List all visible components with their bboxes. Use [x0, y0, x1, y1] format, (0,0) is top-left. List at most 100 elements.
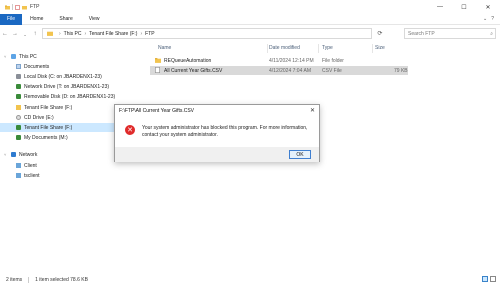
- quick-access-divider: [12, 4, 13, 10]
- folder-icon: [5, 5, 10, 9]
- file-name: REQueueAutomation: [164, 58, 212, 64]
- breadcrumb-ftp[interactable]: FTP: [145, 31, 154, 37]
- file-name: All Current Year Gifts.CSV: [164, 68, 223, 74]
- network-drive-icon: [16, 135, 21, 140]
- file-date: 4/12/2024 7:04 AM: [269, 68, 311, 74]
- sidebar-item-label: CD Drive (E:): [24, 114, 54, 121]
- back-icon[interactable]: ←: [0, 31, 10, 37]
- chevron-right-icon: ›: [59, 30, 61, 37]
- sidebar-item-cd-drive[interactable]: CD Drive (E:): [16, 113, 54, 122]
- column-divider[interactable]: [318, 44, 319, 53]
- search-placeholder: Search FTP: [408, 30, 435, 37]
- sidebar-item-label: tsclient: [24, 172, 40, 179]
- address-row: ← → ⌄ ↑ › This PC › Tenant File Share (F…: [0, 27, 500, 41]
- breadcrumb-tenant-file-share[interactable]: Tenant File Share (F:): [89, 31, 137, 37]
- folder-icon: [155, 58, 161, 63]
- network-icon: [11, 152, 16, 157]
- column-divider[interactable]: [267, 44, 268, 53]
- sidebar-item-label: Documents: [24, 63, 50, 70]
- sidebar-item-label: Network Drive (T: on JBARDENX1-23): [24, 83, 110, 90]
- window-title: FTP: [30, 4, 40, 10]
- column-divider[interactable]: [372, 44, 373, 53]
- ribbon-tabs: File Home Share View ⌄ ?: [0, 13, 500, 25]
- sidebar-item-my-documents[interactable]: My Documents (M:): [16, 133, 68, 142]
- status-divider: [28, 276, 30, 283]
- network-drive-icon: [16, 125, 21, 130]
- details-view-icon[interactable]: [482, 276, 488, 282]
- sidebar-item-label: My Documents (M:): [24, 134, 68, 141]
- folder-icon: [47, 31, 53, 36]
- status-item-count: 2 items: [6, 276, 23, 283]
- up-icon[interactable]: ↑: [30, 31, 40, 37]
- file-type: CSV File: [322, 68, 342, 74]
- removable-drive-icon: [16, 94, 21, 99]
- cd-drive-icon: [16, 115, 21, 120]
- forward-icon[interactable]: →: [10, 31, 20, 37]
- sidebar-item-this-pc[interactable]: ˅ This PC: [4, 52, 37, 61]
- file-type: File folder: [322, 58, 344, 64]
- status-selection: 1 item selected 78.6 KB: [35, 276, 88, 283]
- sidebar-item-network[interactable]: ˅ Network: [4, 150, 37, 159]
- pc-icon: [11, 54, 16, 59]
- tab-home[interactable]: Home: [22, 16, 51, 22]
- search-icon: ⌕: [490, 30, 493, 37]
- sidebar-item-local-disk[interactable]: Local Disk (C: on JBARDENX1-23): [16, 72, 102, 81]
- sidebar-item-label: This PC: [19, 53, 37, 60]
- dialog-message: Your system administrator has blocked th…: [142, 125, 308, 138]
- network-drive-icon: [16, 84, 21, 89]
- file-date: 4/11/2024 12:14 PM: [269, 58, 314, 64]
- error-icon: ✕: [125, 125, 135, 135]
- refresh-icon[interactable]: ⟳: [374, 28, 386, 39]
- chevron-right-icon: ›: [84, 30, 87, 37]
- documents-icon: [16, 64, 21, 69]
- new-folder-icon[interactable]: [22, 5, 27, 10]
- sidebar-item-tenant-file-share-folder[interactable]: Tenant File Share (F:): [16, 103, 72, 112]
- computer-icon: [16, 163, 21, 168]
- file-list-header: Name Date modified Type Size: [150, 43, 496, 54]
- tab-view[interactable]: View: [81, 16, 108, 22]
- sidebar-item-label: Network: [19, 151, 38, 158]
- search-input[interactable]: Search FTP ⌕: [404, 28, 496, 39]
- dialog-title: F:\FTP\All Current Year Gifts.CSV: [119, 108, 195, 114]
- expand-ribbon-icon[interactable]: ⌄: [483, 16, 487, 22]
- sidebar-item-label: Local Disk (C: on JBARDENX1-23): [24, 73, 102, 80]
- chevron-right-icon: ›: [140, 30, 143, 37]
- chevron-down-icon[interactable]: ˅: [4, 152, 8, 157]
- breadcrumb-this-pc[interactable]: This PC: [64, 31, 82, 37]
- drive-icon: [16, 74, 21, 79]
- computer-icon: [16, 173, 21, 178]
- sidebar-item-removable-disk[interactable]: Removable Disk (D: on JBARDENX1-23): [16, 92, 115, 101]
- minimize-button[interactable]: —: [428, 0, 452, 14]
- sidebar-item-client[interactable]: Client: [16, 161, 37, 170]
- maximize-button[interactable]: ☐: [452, 0, 476, 14]
- tab-file[interactable]: File: [0, 13, 23, 25]
- sidebar-item-label: Client: [24, 162, 37, 169]
- csv-file-icon: [155, 67, 160, 73]
- sidebar-item-network-drive-t[interactable]: Network Drive (T: on JBARDENX1-23): [16, 82, 109, 91]
- sidebar-item-tsclient[interactable]: tsclient: [16, 171, 40, 180]
- title-bar: FTP — ☐ ✕: [0, 0, 500, 14]
- large-icons-view-icon[interactable]: [490, 276, 496, 282]
- properties-icon[interactable]: [15, 4, 20, 10]
- sidebar-item-label: Tenant File Share (F:): [24, 124, 73, 131]
- file-row-selected[interactable]: All Current Year Gifts.CSV 4/12/2024 7:0…: [150, 66, 408, 75]
- recent-locations-icon[interactable]: ⌄: [20, 32, 30, 37]
- column-size[interactable]: Size: [375, 45, 385, 51]
- folder-icon: [16, 105, 21, 110]
- tab-share[interactable]: Share: [51, 16, 80, 22]
- column-type[interactable]: Type: [322, 45, 333, 51]
- help-icon[interactable]: ?: [491, 16, 494, 22]
- address-bar[interactable]: › This PC › Tenant File Share (F:) › FTP: [42, 28, 372, 39]
- chevron-down-icon[interactable]: ˅: [4, 54, 8, 59]
- dialog-close-button[interactable]: ✕: [310, 107, 315, 114]
- sidebar-item-documents[interactable]: Documents: [16, 62, 49, 71]
- file-row[interactable]: REQueueAutomation 4/11/2024 12:14 PM Fil…: [150, 56, 408, 65]
- file-size: 79 KB: [394, 68, 408, 74]
- column-name[interactable]: Name: [158, 45, 171, 51]
- ok-button[interactable]: OK: [289, 150, 311, 159]
- sidebar-item-label: Removable Disk (D: on JBARDENX1-23): [24, 93, 116, 100]
- dialog-footer: OK: [115, 147, 319, 162]
- close-button[interactable]: ✕: [476, 0, 500, 14]
- column-date-modified[interactable]: Date modified: [269, 45, 300, 51]
- status-bar: 2 items 1 item selected 78.6 KB: [0, 274, 500, 285]
